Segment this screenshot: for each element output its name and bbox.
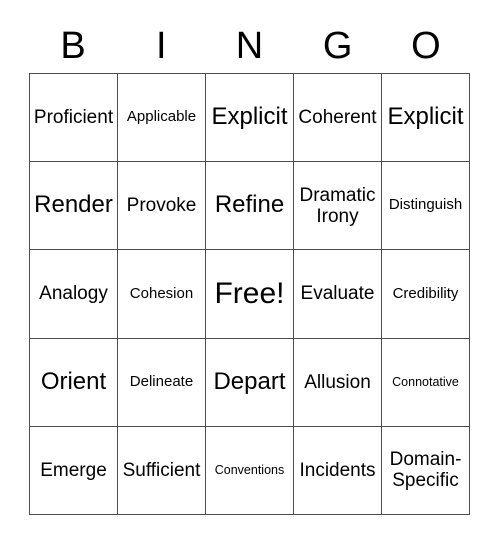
bingo-cell-label: Provoke [126,195,197,217]
bingo-cell-r4c3[interactable]: Depart [206,338,294,427]
bingo-header-letter-o: O [411,24,441,67]
bingo-cell-r2c3[interactable]: Refine [206,162,294,251]
bingo-cell-label: Proficient [33,106,114,128]
bingo-cell-label: Analogy [39,283,108,305]
bingo-cell-label: Distinguish [388,196,463,214]
bingo-cell-r3c4[interactable]: Evaluate [294,250,382,339]
bingo-cell-r1c3[interactable]: Explicit [206,74,294,163]
bingo-cell-label: Explicit [211,103,288,131]
bingo-cell-r4c2[interactable]: Delineate [118,338,206,427]
bingo-card: B I N G O Proficient Applicable Explicit Cohere… [0,0,500,544]
bingo-cell-r2c1[interactable]: Render [30,162,118,251]
bingo-header-letter-g: G [322,24,353,67]
bingo-cell-label: Incidents [299,459,376,481]
bingo-cell-label: Depart [213,367,286,395]
bingo-cell-label: Emerge [40,459,107,481]
bingo-cell-r5c4[interactable]: Incidents [294,426,382,515]
bingo-cell-r2c2[interactable]: Provoke [118,162,206,251]
bingo-cell-label: Free! [214,277,285,311]
bingo-header-letter-i: I [156,24,167,67]
bingo-cell-r5c5[interactable]: Domain-Specific [382,426,470,515]
bingo-cell-r3c2[interactable]: Cohesion [118,250,206,339]
bingo-cell-label: Cohesion [129,284,194,302]
bingo-cell-label: Connotative [392,375,459,390]
bingo-cell-r5c2[interactable]: Sufficient [118,426,206,515]
bingo-cell-label: Coherent [298,106,377,128]
bingo-cell-label: Refine [214,191,285,219]
bingo-header: BINGO [29,18,470,73]
bingo-cell-r2c4[interactable]: Dramatic Irony [294,162,382,251]
bingo-cell-label: Explicit [387,103,464,131]
bingo-header-letter-b: B [60,24,86,67]
bingo-cell-r3c1[interactable]: Analogy [30,250,118,339]
bingo-cell-r1c1[interactable]: Proficient [30,74,118,163]
bingo-cell-r1c2[interactable]: Applicable [118,74,206,163]
bingo-cell-r4c1[interactable]: Orient [30,338,118,427]
bingo-cell-r1c4[interactable]: Coherent [294,74,382,163]
bingo-cell-label: Credibility [392,284,459,302]
bingo-cell-r3c5[interactable]: Credibility [382,250,470,339]
bingo-cell-label: Domain-Specific [389,449,462,492]
bingo-cell-label: Delineate [129,372,194,390]
bingo-cell-label: Render [34,191,113,219]
bingo-cell-r1c5[interactable]: Explicit [382,74,470,163]
bingo-cell-r5c3[interactable]: Conventions [206,426,294,515]
bingo-cell-label: Orient [40,367,107,395]
bingo-cell-r2c5[interactable]: Distinguish [382,162,470,251]
bingo-cell-label: Allusion [304,371,371,393]
bingo-cell-label: Evaluate [300,283,375,305]
bingo-grid: Proficient Applicable Explicit Coherent Expl… [29,73,470,515]
bingo-cell-label: Applicable [126,108,197,126]
bingo-cell-label: Conventions [214,463,285,478]
bingo-cell-r4c4[interactable]: Allusion [294,338,382,427]
bingo-cell-label: Sufficient [122,459,201,481]
bingo-cell-r5c1[interactable]: Emerge [30,426,118,515]
bingo-header-letter-n: N [235,24,264,67]
bingo-cell-r4c5[interactable]: Connotative [382,338,470,427]
bingo-cell-r3c3[interactable]: Free! [206,250,294,339]
bingo-cell-label: Dramatic Irony [299,184,376,227]
